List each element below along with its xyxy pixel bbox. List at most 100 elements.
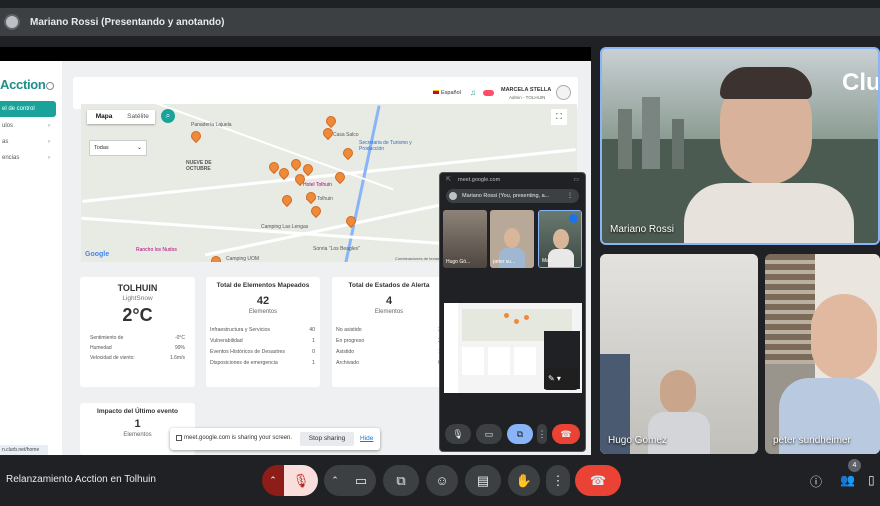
stop-sharing-button[interactable]: Stop sharing	[300, 432, 354, 446]
people-icon[interactable]: 👥	[840, 473, 855, 487]
participant-body	[499, 248, 525, 268]
more-options-button[interactable]: ⋮	[537, 424, 547, 444]
club-logo: Clu	[842, 69, 880, 96]
card-count: 4	[385, 295, 393, 307]
camera-button[interactable]: ▭	[476, 424, 502, 444]
theme-toggle[interactable]	[483, 90, 494, 96]
participant-tile[interactable]: Hugo Gomez	[600, 254, 758, 454]
share-notice-text: meet.google.com is sharing your screen.	[184, 435, 293, 441]
preview-card	[488, 347, 510, 375]
pip-participant-tile[interactable]: Hugo Gó...	[443, 210, 487, 268]
mic-off-button[interactable]: 🎙	[284, 465, 318, 496]
map-marker[interactable]	[308, 203, 324, 219]
user-avatar[interactable]	[556, 85, 571, 100]
chat-icon[interactable]: ▯	[868, 473, 875, 487]
weather-row-label: Humedad	[90, 345, 112, 351]
weather-city: TOLHUIN	[117, 283, 158, 293]
meeting-title: Relanzamiento Acction en Tolhuin	[6, 474, 156, 485]
participant-face	[504, 228, 520, 248]
back-to-tab-icon[interactable]: ⇱	[446, 176, 451, 183]
map-label: Panadería Lajuela	[191, 122, 232, 128]
mic-options-button[interactable]: ⌃	[262, 465, 284, 496]
participant-tile-speaker[interactable]: Clu Mariano Rossi	[600, 47, 880, 245]
map-label: Secretaria de Turismo y Producción	[359, 140, 412, 152]
annotate-pen-icon[interactable]: ✎ ▾	[544, 368, 578, 390]
list-item-value: 40	[309, 327, 315, 333]
building	[672, 119, 684, 169]
category-filter-select[interactable]: Todas ⌄	[89, 140, 147, 156]
sidebar-item-areas[interactable]: as ›	[0, 139, 56, 151]
participant-shirt	[684, 183, 854, 243]
camera-button[interactable]: ▭	[346, 465, 376, 496]
map-marker	[524, 315, 529, 320]
tab-satellite[interactable]: Satélite	[121, 110, 155, 124]
more-vert-icon[interactable]: ⋮	[567, 192, 573, 199]
map-marker	[514, 319, 519, 324]
participant-face	[553, 229, 569, 249]
pip-participant-name: Hugo Gó...	[446, 259, 471, 265]
participant-tile[interactable]: peter sundheimer	[765, 254, 880, 454]
map-label: Rancho los Nudos	[136, 247, 177, 253]
sidebar-item-label: ulos	[2, 123, 14, 129]
map-label: Camping UOM	[226, 256, 260, 262]
map-credit: Combinaciones de teclas	[395, 256, 440, 261]
hide-link[interactable]: Hide	[360, 435, 373, 442]
list-item-label: Eventos Históricos de Desastres	[210, 349, 285, 355]
close-pip-icon[interactable]: ▭	[573, 176, 579, 183]
weather-row-value: 99%	[174, 345, 185, 351]
participant-face	[660, 370, 696, 414]
screen-share-notice: meet.google.com is sharing your screen. …	[170, 428, 380, 450]
pip-participant-tile-active[interactable]: Ma...	[538, 210, 582, 268]
captions-button[interactable]: ▤	[465, 465, 501, 496]
map-marker[interactable]	[300, 161, 316, 177]
fullscreen-icon[interactable]: ⛶	[551, 109, 567, 125]
map-marker[interactable]	[288, 156, 304, 172]
tab-map[interactable]: Mapa	[87, 110, 121, 124]
user-name: MARCELA STELLA	[501, 87, 552, 93]
bell-icon[interactable]: ♫	[470, 88, 476, 97]
spain-flag-icon	[433, 90, 439, 94]
sidebar-item-label: el de control	[2, 106, 35, 112]
leave-call-button[interactable]: ☎	[575, 465, 621, 496]
language-selector[interactable]: Español	[433, 90, 461, 96]
meet-pip-window: ⇱ meet.google.com ▭ Mariano Rossi (You, …	[439, 172, 586, 452]
sidebar-item-dashboard[interactable]: el de control	[0, 101, 56, 117]
map-marker[interactable]	[340, 145, 356, 161]
card-title: Impacto del Último evento	[97, 408, 178, 415]
weather-row: Velocidad de viento: 1.6m/s	[90, 355, 185, 361]
app-logo: Acction	[0, 77, 46, 92]
list-item-label: Asistido	[336, 349, 355, 355]
mic-button[interactable]: 🎙	[445, 424, 471, 444]
present-screen-button[interactable]: ⧉	[383, 465, 419, 496]
list-item: Vulnerabilidad 1	[210, 338, 315, 344]
participant-name: Mariano Rossi	[610, 224, 674, 235]
list-item-label: Archivado	[336, 360, 360, 366]
list-item-label: Infraestructura y Servicios	[210, 327, 270, 333]
list-item: Infraestructura y Servicios 40	[210, 327, 315, 333]
weather-row: Humedad 99%	[90, 345, 185, 351]
camera-options-button[interactable]: ⌃	[324, 465, 346, 496]
list-item: Asistido1	[336, 349, 441, 355]
leave-call-button[interactable]: ☎	[552, 424, 580, 444]
emoji-reaction-button[interactable]: ☺	[426, 465, 458, 496]
map-marker[interactable]	[188, 128, 204, 144]
more-options-button[interactable]: ⋮	[546, 465, 570, 496]
preview-card	[462, 347, 484, 375]
settings-icon[interactable]	[46, 82, 54, 90]
meeting-info-icon[interactable]: ⓘ	[810, 473, 822, 490]
building	[642, 97, 660, 169]
sidebar-item-articles[interactable]: ulos ›	[0, 123, 56, 135]
map-marker[interactable]	[279, 192, 295, 208]
search-icon[interactable]: ⌕	[161, 109, 175, 123]
weather-row-value: -0°C	[174, 335, 185, 341]
pip-url: meet.google.com	[458, 177, 501, 183]
map-marker[interactable]	[323, 113, 339, 129]
pip-titlebar: ⇱ meet.google.com ▭	[440, 173, 585, 187]
weather-condition: LightSnow	[122, 295, 153, 302]
present-button[interactable]: ⧉	[507, 424, 533, 444]
pip-presenter-chip[interactable]: Mariano Rossi (You, presenting, a... ⋮	[446, 189, 579, 203]
sidebar-item-emergencies[interactable]: encias ›	[0, 155, 56, 167]
pip-participant-tile[interactable]: peter su...	[490, 210, 534, 268]
map-marker	[504, 313, 509, 318]
raise-hand-button[interactable]: ✋	[508, 465, 540, 496]
